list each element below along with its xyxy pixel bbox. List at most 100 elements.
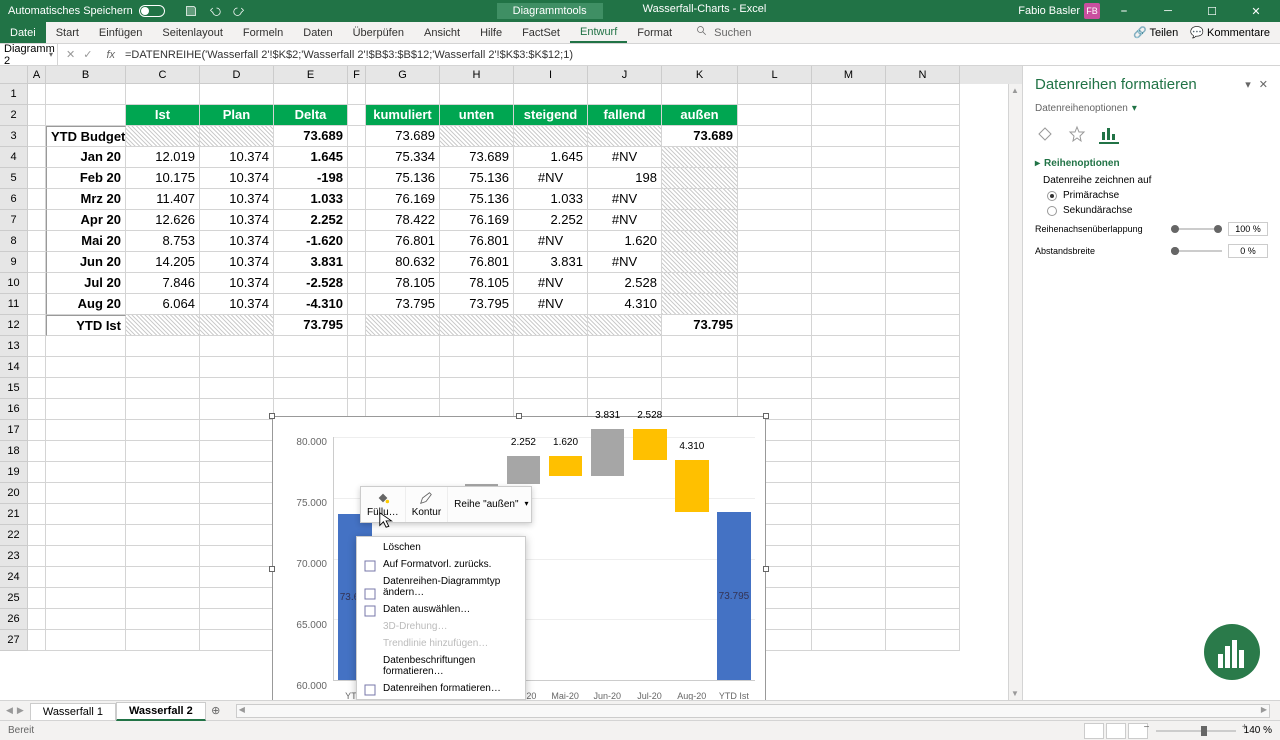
cell[interactable] [440, 315, 514, 336]
cell[interactable] [662, 336, 738, 357]
cell[interactable]: Aug 20 [46, 294, 126, 315]
cell[interactable] [886, 336, 960, 357]
row-header[interactable]: 23 [0, 546, 28, 567]
cell[interactable]: 10.374 [200, 168, 274, 189]
row-header[interactable]: 5 [0, 168, 28, 189]
cell[interactable] [738, 336, 812, 357]
cell[interactable] [366, 315, 440, 336]
cell[interactable] [662, 231, 738, 252]
chart-bar[interactable] [633, 429, 667, 460]
pane-subtitle[interactable]: Datenreihenoptionen ▾ [1023, 103, 1280, 120]
cell[interactable]: steigend [514, 105, 588, 126]
tab-nav-prev[interactable]: ◀ [6, 705, 13, 716]
cell[interactable]: -198 [274, 168, 348, 189]
cell[interactable] [886, 147, 960, 168]
pane-dropdown-icon[interactable]: ▾ [1245, 78, 1251, 91]
cell[interactable] [348, 315, 366, 336]
row-header[interactable]: 3 [0, 126, 28, 147]
row-header[interactable]: 10 [0, 273, 28, 294]
cell[interactable] [28, 294, 46, 315]
cell[interactable]: 12.019 [126, 147, 200, 168]
cell[interactable] [812, 462, 886, 483]
cell[interactable] [348, 378, 366, 399]
cell[interactable] [200, 357, 274, 378]
name-box[interactable]: Diagramm 2 [0, 43, 58, 67]
autosave-toggle[interactable]: Automatisches Speichern [8, 5, 165, 17]
cell[interactable] [812, 231, 886, 252]
cell[interactable] [886, 504, 960, 525]
cell[interactable] [812, 378, 886, 399]
cell[interactable] [28, 588, 46, 609]
cell[interactable] [46, 462, 126, 483]
cell[interactable] [886, 357, 960, 378]
cell[interactable] [46, 483, 126, 504]
cell[interactable] [200, 399, 274, 420]
cell[interactable]: 76.169 [440, 210, 514, 231]
context-menu-item[interactable]: Datenreihen-Diagrammtyp ändern… [357, 573, 525, 601]
cell[interactable] [28, 126, 46, 147]
cell[interactable] [812, 504, 886, 525]
tab-hilfe[interactable]: Hilfe [470, 22, 512, 43]
row-header[interactable]: 27 [0, 630, 28, 651]
cell[interactable] [366, 357, 440, 378]
cell[interactable] [662, 147, 738, 168]
cell[interactable] [348, 294, 366, 315]
cell[interactable] [440, 357, 514, 378]
cell[interactable] [200, 630, 274, 651]
fill-line-tab-icon[interactable] [1035, 124, 1055, 144]
cell[interactable]: -2.528 [274, 273, 348, 294]
cell[interactable] [274, 357, 348, 378]
cell[interactable] [886, 399, 960, 420]
cell[interactable]: 10.374 [200, 294, 274, 315]
cell[interactable] [46, 105, 126, 126]
cell[interactable] [200, 126, 274, 147]
row-header[interactable]: 11 [0, 294, 28, 315]
cell[interactable]: -4.310 [274, 294, 348, 315]
close-button[interactable]: ✕ [1236, 0, 1276, 22]
select-all-button[interactable] [0, 66, 28, 84]
cell[interactable] [738, 105, 812, 126]
cell[interactable] [126, 357, 200, 378]
cell[interactable]: 76.801 [440, 231, 514, 252]
avatar[interactable]: FB [1084, 3, 1100, 19]
cell[interactable] [662, 378, 738, 399]
cell[interactable] [28, 462, 46, 483]
cell[interactable] [514, 336, 588, 357]
col-header-A[interactable]: A [28, 66, 46, 84]
cell[interactable] [348, 357, 366, 378]
cell[interactable]: kumuliert [366, 105, 440, 126]
cell[interactable] [200, 504, 274, 525]
user-name[interactable]: Fabio Basler [1018, 5, 1080, 17]
cell[interactable]: 2.252 [514, 210, 588, 231]
pane-close-icon[interactable]: ✕ [1259, 78, 1268, 91]
formula-input[interactable]: =DATENREIHE('Wasserfall 2'!$K$2;'Wasserf… [121, 49, 1280, 61]
cell[interactable]: YTD Ist [46, 315, 126, 336]
cell[interactable] [200, 315, 274, 336]
minimize-button[interactable]: ─ [1148, 0, 1188, 22]
col-header-G[interactable]: G [366, 66, 440, 84]
chart-bar[interactable] [675, 460, 709, 512]
cell[interactable] [886, 525, 960, 546]
fx-icon[interactable]: fx [100, 49, 121, 61]
col-header-K[interactable]: K [662, 66, 738, 84]
cell[interactable] [46, 546, 126, 567]
cell[interactable]: #NV [514, 231, 588, 252]
cell[interactable] [812, 84, 886, 105]
cell[interactable] [28, 609, 46, 630]
cell[interactable]: Plan [200, 105, 274, 126]
cell[interactable] [738, 84, 812, 105]
cell[interactable] [46, 441, 126, 462]
row-header[interactable]: 9 [0, 252, 28, 273]
cell[interactable] [126, 84, 200, 105]
cell[interactable] [812, 588, 886, 609]
cell[interactable] [46, 525, 126, 546]
cell[interactable]: 1.620 [588, 231, 662, 252]
cell[interactable]: Delta [274, 105, 348, 126]
cell[interactable] [738, 231, 812, 252]
cell[interactable] [812, 441, 886, 462]
cell[interactable] [738, 168, 812, 189]
cell[interactable]: Mrz 20 [46, 189, 126, 210]
cell[interactable] [28, 441, 46, 462]
cell[interactable] [886, 441, 960, 462]
view-normal-icon[interactable] [1084, 723, 1104, 739]
